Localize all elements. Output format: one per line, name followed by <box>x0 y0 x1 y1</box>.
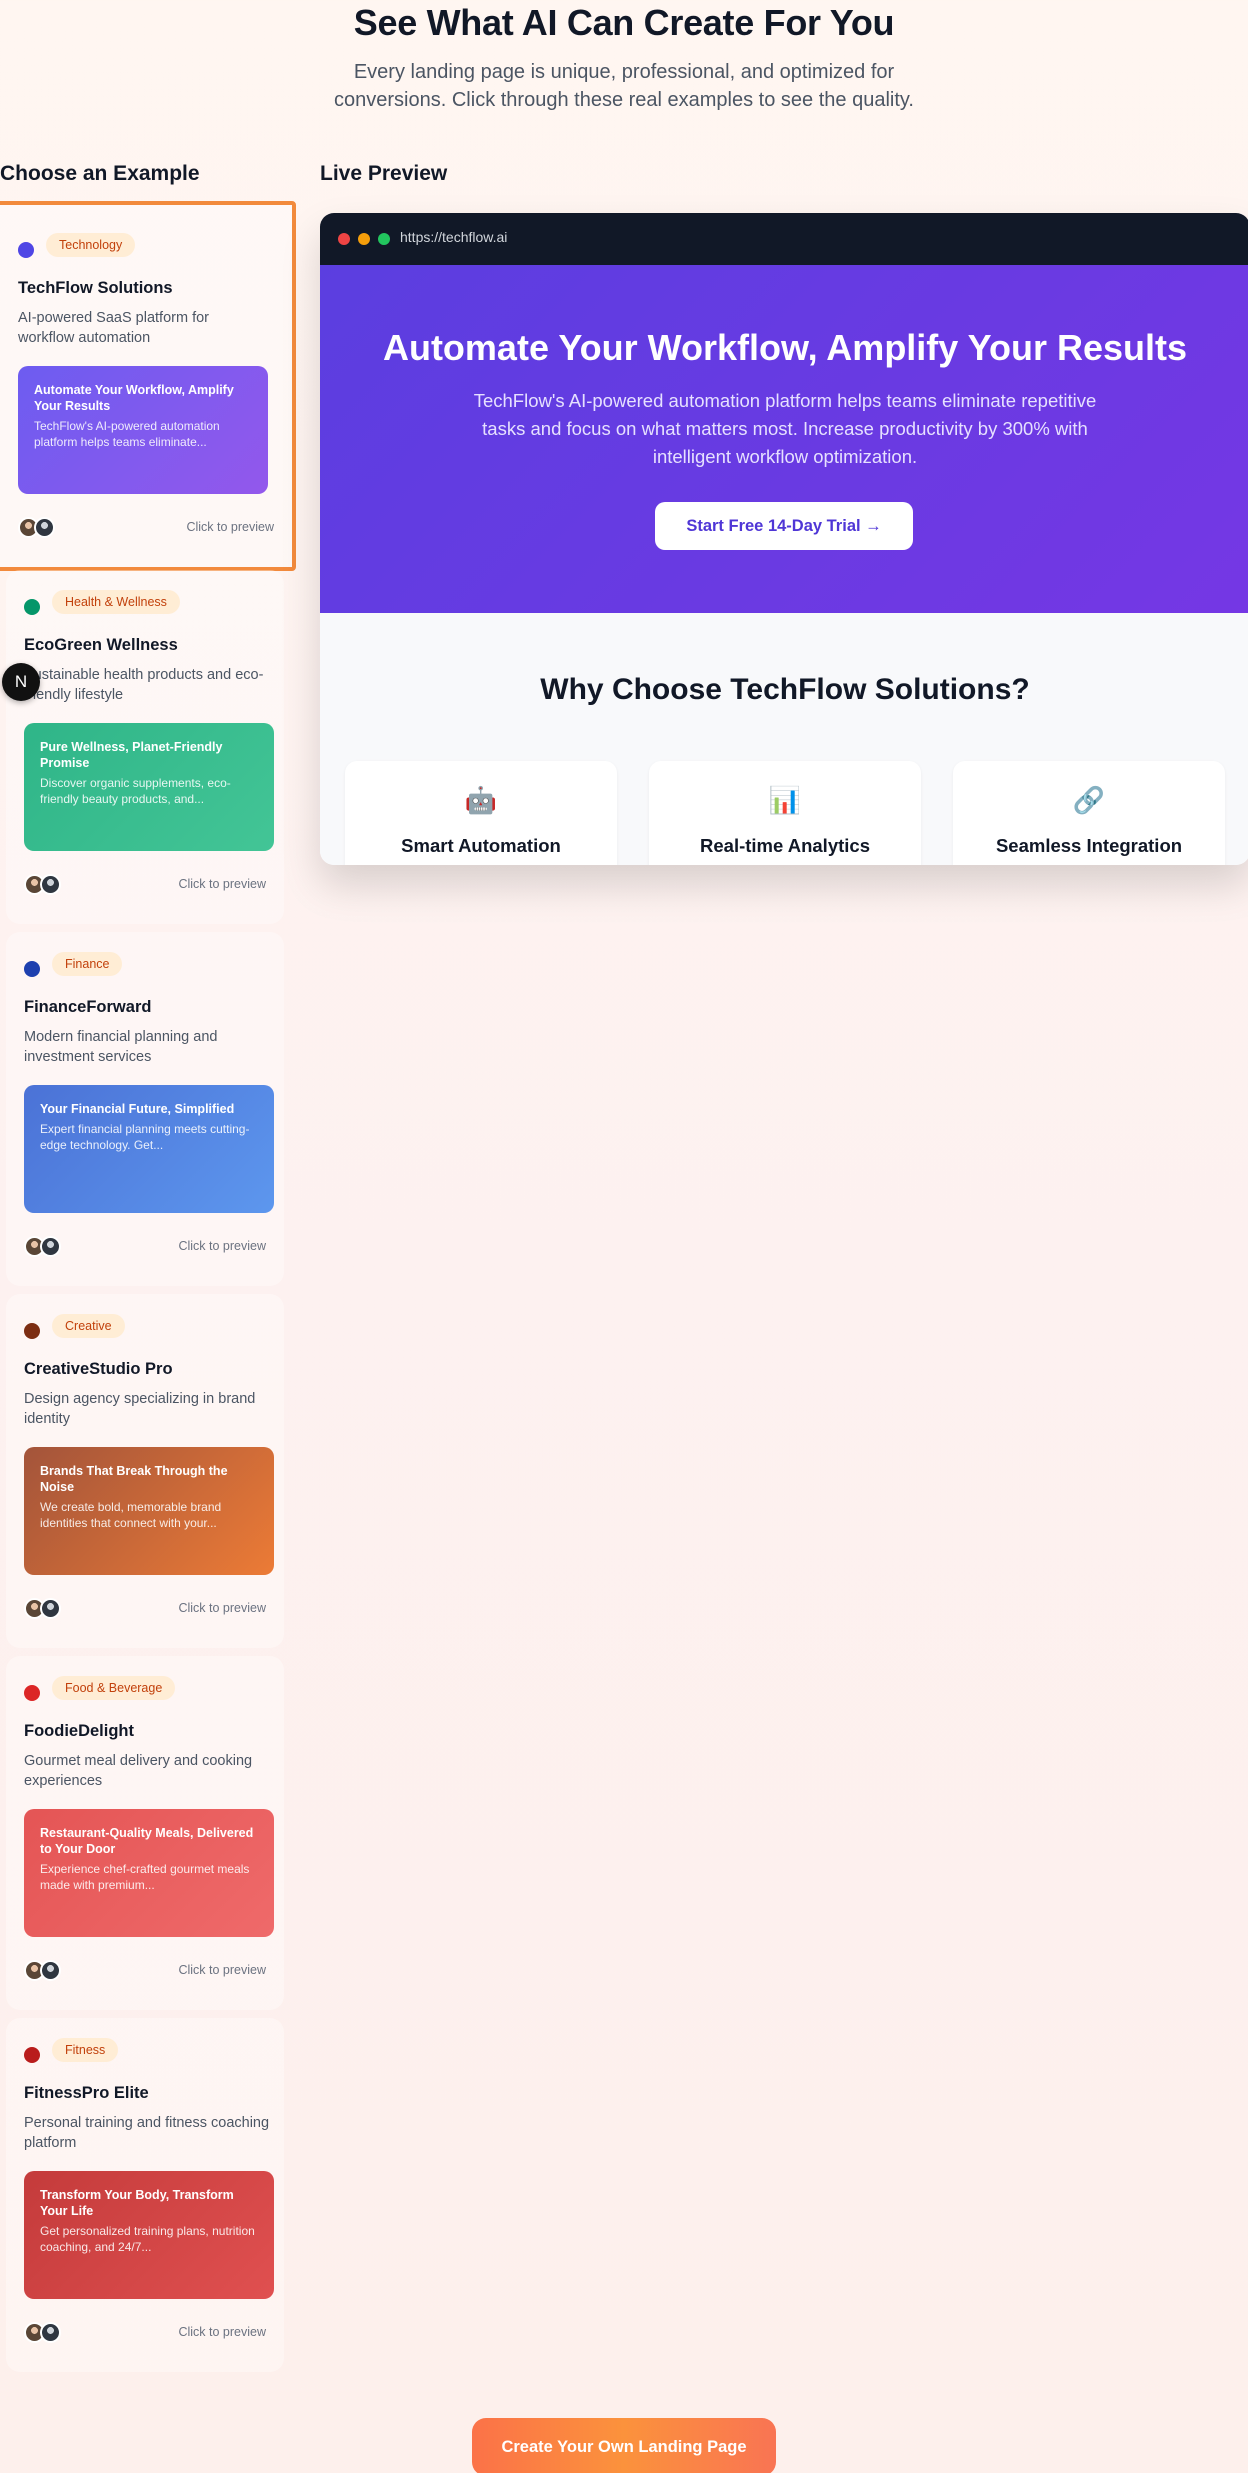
click-to-preview-hint: Click to preview <box>178 2325 266 2339</box>
avatar <box>40 1598 61 1619</box>
thumbnail-title: Your Financial Future, Simplified <box>40 1102 235 1116</box>
click-to-preview-hint: Click to preview <box>186 520 274 534</box>
thumbnail-title: Transform Your Body, Transform Your Life <box>40 2188 234 2218</box>
category-tag: Food & Beverage <box>52 1676 176 1700</box>
avatar <box>40 1236 61 1257</box>
avatar <box>40 874 61 895</box>
floating-n-badge[interactable]: N <box>2 663 40 701</box>
thumbnail-title: Brands That Break Through the Noise <box>40 1464 228 1494</box>
example-title: FoodieDelight <box>24 1722 134 1740</box>
thumbnail-text: TechFlow's AI-powered automation platfor… <box>34 419 220 449</box>
example-title: EcoGreen Wellness <box>24 636 178 654</box>
feature-card: 📊 Real-time Analytics <box>649 761 921 865</box>
example-thumbnail[interactable]: Pure Wellness, Planet-Friendly Promise Di… <box>24 723 274 851</box>
thumbnail-title: Restaurant-Quality Meals, Delivered to Y… <box>40 1826 254 1856</box>
avatar-group <box>18 517 78 539</box>
link-icon: 🔗 <box>1072 785 1106 815</box>
category-dot-icon <box>24 961 40 977</box>
avatar-group <box>24 1598 84 1620</box>
bar-chart-icon: 📊 <box>768 785 802 815</box>
feature-title: Smart Automation <box>401 835 561 856</box>
example-card-ecogreen-wellness[interactable]: Health & Wellness EcoGreen Wellness Sustai… <box>6 570 284 924</box>
preview-hero-text: TechFlow's AI-powered automation platfor… <box>473 390 1097 467</box>
click-to-preview-hint: Click to preview <box>178 1963 266 1977</box>
thumbnail-title: Pure Wellness, Planet-Friendly Promise <box>40 740 223 770</box>
avatar <box>40 2322 61 2343</box>
example-title: FinanceForward <box>24 998 152 1016</box>
example-thumbnail[interactable]: Automate Your Workflow, Amplify Your Res… <box>18 366 268 494</box>
example-description: Gourmet meal delivery and cooking experi… <box>24 1753 253 1789</box>
category-tag: Health & Wellness <box>52 590 180 614</box>
example-title: FitnessPro Elite <box>24 2084 149 2102</box>
category-dot-icon <box>24 2047 40 2063</box>
click-to-preview-hint: Click to preview <box>178 877 266 891</box>
preview-heading: Live Preview <box>320 162 448 185</box>
thumbnail-text: Experience chef-crafted gourmet meals ma… <box>40 1862 250 1892</box>
category-dot-icon <box>24 599 40 615</box>
example-title: TechFlow Solutions <box>18 279 173 297</box>
category-tag: Technology <box>46 233 136 257</box>
preview-why-title: Why Choose TechFlow Solutions? <box>540 673 1030 706</box>
minimize-dot-icon <box>358 233 370 245</box>
browser-chrome: https://techflow.ai <box>320 213 1248 265</box>
example-thumbnail[interactable]: Your Financial Future, Simplified Expert … <box>24 1085 274 1213</box>
avatar-group <box>24 874 84 896</box>
thumbnail-text: Expert financial planning meets cutting-… <box>40 1122 250 1152</box>
example-card-fitnesspro-elite[interactable]: Fitness FitnessPro Elite Personal training… <box>6 2018 284 2372</box>
examples-heading: Choose an Example <box>0 162 200 185</box>
example-description: Sustainable health products and eco-frie… <box>24 667 264 703</box>
example-card-techflow-solutions[interactable]: Technology TechFlow Solutions AI-powered S… <box>0 201 296 571</box>
robot-icon: 🤖 <box>464 785 498 815</box>
example-description: AI-powered SaaS platform for workflow au… <box>18 310 210 346</box>
preview-hero: Automate Your Workflow, Amplify Your Res… <box>320 265 1248 613</box>
category-dot-icon <box>24 1323 40 1339</box>
preview-cta-button[interactable]: Start Free 14-Day Trial → <box>655 502 913 550</box>
page-subtitle: Every landing page is unique, profession… <box>334 61 914 111</box>
example-card-foodiedelight[interactable]: Food & Beverage FoodieDelight Gourmet meal… <box>6 1656 284 2010</box>
feature-title: Seamless Integration <box>995 835 1183 856</box>
example-title: CreativeStudio Pro <box>24 1360 173 1378</box>
example-card-financeforward[interactable]: Finance FinanceForward Modern financial pl… <box>6 932 284 1286</box>
example-description: Design agency specializing in brand iden… <box>24 1391 256 1427</box>
feature-card: 🤖 Smart Automation <box>345 761 617 865</box>
close-dot-icon <box>338 233 350 245</box>
preview-why-section: Why Choose TechFlow Solutions? 🤖 Smart A… <box>320 613 1248 865</box>
thumbnail-text: Discover organic supplements, eco-friend… <box>40 776 231 806</box>
example-thumbnail[interactable]: Restaurant-Quality Meals, Delivered to Y… <box>24 1809 274 1937</box>
avatar <box>40 1960 61 1981</box>
example-thumbnail[interactable]: Brands That Break Through the Noise We cr… <box>24 1447 274 1575</box>
example-description: Personal training and fitness coaching p… <box>24 2115 270 2151</box>
page-title: See What AI Can Create For You <box>353 2 895 43</box>
category-dot-icon <box>18 242 34 258</box>
preview-hero-title: Automate Your Workflow, Amplify Your Res… <box>382 327 1188 368</box>
category-dot-icon <box>24 1685 40 1701</box>
category-tag: Finance <box>52 952 123 976</box>
feature-title: Real-time Analytics <box>700 835 870 856</box>
thumbnail-text: We create bold, memorable brand identiti… <box>40 1500 222 1530</box>
feature-card: 🔗 Seamless Integration <box>953 761 1225 865</box>
maximize-dot-icon <box>378 233 390 245</box>
example-description: Modern financial planning and investment… <box>24 1029 218 1065</box>
avatar-group <box>24 1960 84 1982</box>
example-card-creativestudio-pro[interactable]: Creative CreativeStudio Pro Design agency … <box>6 1294 284 1648</box>
category-tag: Creative <box>52 1314 125 1338</box>
example-thumbnail[interactable]: Transform Your Body, Transform Your Life… <box>24 2171 274 2299</box>
avatar-group <box>24 1236 84 1258</box>
category-tag: Fitness <box>52 2038 119 2062</box>
thumbnail-title: Automate Your Workflow, Amplify Your Res… <box>34 383 234 413</box>
avatar <box>34 517 55 538</box>
create-landing-page-button[interactable]: Create Your Own Landing Page <box>472 2418 776 2473</box>
avatar-group <box>24 2322 84 2344</box>
live-preview-browser: https://techflow.ai Automate Your Workfl… <box>320 213 1248 865</box>
click-to-preview-hint: Click to preview <box>178 1239 266 1253</box>
thumbnail-text: Get personalized training plans, nutriti… <box>40 2224 255 2254</box>
preview-url: https://techflow.ai <box>400 229 508 245</box>
click-to-preview-hint: Click to preview <box>178 1601 266 1615</box>
